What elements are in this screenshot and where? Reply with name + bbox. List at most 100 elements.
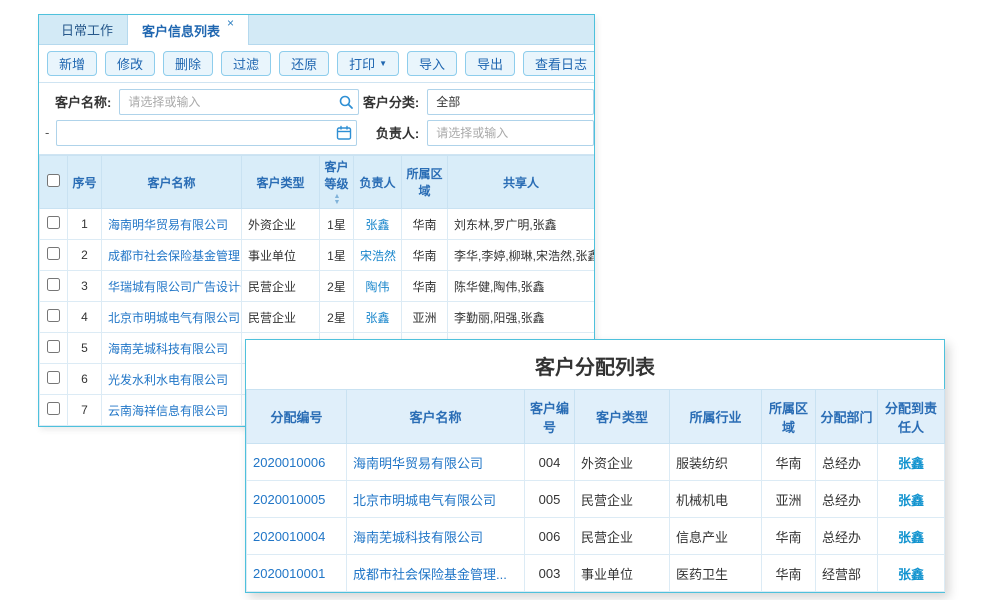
tab-daily-work[interactable]: 日常工作 — [47, 15, 127, 44]
row-number: 2 — [68, 240, 102, 271]
col-header-customer-name: 客户名称 — [102, 156, 242, 209]
row-checkbox[interactable] — [47, 216, 60, 229]
customer-name-link[interactable]: 海南明华贸易有限公司 — [353, 456, 483, 471]
row-number: 7 — [68, 395, 102, 426]
import-button[interactable]: 导入 — [407, 51, 457, 76]
shared-users: 刘东林,罗广明,张鑫 — [448, 209, 595, 240]
table-row: 2020010005 北京市明城电气有限公司 005 民营企业 机械机电 亚洲 … — [247, 481, 945, 518]
date-input-wrap — [56, 120, 357, 146]
col-header-alloc-no: 分配编号 — [247, 390, 347, 444]
row-checkbox[interactable] — [47, 247, 60, 260]
region: 华南 — [762, 555, 816, 592]
owner-input[interactable] — [427, 120, 594, 146]
tab-customer-info-list[interactable]: 客户信息列表 × — [127, 15, 249, 45]
table-header-row: 序号 客户名称 客户类型 客户等级▲▼ 负责人 所属区域 共享人 — [40, 156, 595, 209]
date-input[interactable] — [56, 120, 357, 146]
row-checkbox[interactable] — [47, 309, 60, 322]
alloc-no-link[interactable]: 2020010006 — [253, 455, 325, 470]
owner-link[interactable]: 陶伟 — [365, 280, 389, 294]
table-row: 1 海南明华贸易有限公司 外资企业 1星 张鑫 华南 刘东林,罗广明,张鑫 — [40, 209, 595, 240]
customer-level: 2星 — [320, 271, 354, 302]
alloc-no-link[interactable]: 2020010004 — [253, 529, 325, 544]
filter-button[interactable]: 过滤 — [221, 51, 271, 76]
owner-link[interactable]: 宋浩然 — [360, 249, 396, 263]
customer-name-link[interactable]: 成都市社会保险基金管理... — [353, 567, 507, 582]
row-checkbox[interactable] — [47, 278, 60, 291]
owner-label: 负责人: — [376, 123, 419, 142]
customer-level: 2星 — [320, 302, 354, 333]
col-header-customer-type: 客户类型 — [575, 390, 670, 444]
row-checkbox[interactable] — [47, 402, 60, 415]
dept: 总经办 — [816, 518, 878, 555]
sort-icon[interactable]: ▲▼ — [334, 194, 341, 206]
col-header-shared: 共享人 — [448, 156, 595, 209]
customer-name-link[interactable]: 成都市社会保险基金管理... — [108, 249, 242, 263]
owner-link[interactable]: 张鑫 — [365, 311, 389, 325]
row-checkbox[interactable] — [47, 340, 60, 353]
shared-users: 李勤丽,阳强,张鑫 — [448, 302, 595, 333]
col-header-owner: 负责人 — [354, 156, 402, 209]
table-row: 4 北京市明城电气有限公司 民营企业 2星 张鑫 亚洲 李勤丽,阳强,张鑫 — [40, 302, 595, 333]
customer-type: 外资企业 — [575, 444, 670, 481]
print-button[interactable]: 打印 ▼ — [337, 51, 399, 76]
customer-no: 005 — [525, 481, 575, 518]
allocation-table: 分配编号 客户名称 客户编号 客户类型 所属行业 所属区域 分配部门 分配到责任… — [246, 389, 945, 592]
customer-no: 003 — [525, 555, 575, 592]
owner-link[interactable]: 张鑫 — [365, 218, 389, 232]
table-row: 2020010001 成都市社会保险基金管理... 003 事业单位 医药卫生 … — [247, 555, 945, 592]
shared-users: 李华,李婷,柳琳,宋浩然,张鑫 — [448, 240, 595, 271]
dept: 总经办 — [816, 444, 878, 481]
assignee-link[interactable]: 张鑫 — [898, 567, 924, 582]
close-icon[interactable]: × — [227, 17, 234, 29]
col-header-customer-no: 客户编号 — [525, 390, 575, 444]
customer-name-link[interactable]: 海南明华贸易有限公司 — [108, 218, 228, 232]
col-header-dept: 分配部门 — [816, 390, 878, 444]
shared-users: 陈华健,陶伟,张鑫 — [448, 271, 595, 302]
customer-name-link[interactable]: 北京市明城电气有限公司 — [108, 311, 240, 325]
chevron-down-icon: ▼ — [379, 59, 387, 68]
dept: 总经办 — [816, 481, 878, 518]
customer-name-link[interactable]: 华瑞城有限公司广告设计部 — [108, 280, 242, 294]
row-checkbox[interactable] — [47, 371, 60, 384]
industry: 机械机电 — [670, 481, 762, 518]
customer-name-input[interactable] — [119, 89, 359, 115]
select-all-checkbox[interactable] — [47, 174, 60, 187]
customer-no: 006 — [525, 518, 575, 555]
restore-button[interactable]: 还原 — [279, 51, 329, 76]
search-icon[interactable] — [338, 94, 354, 110]
customer-category-label: 客户分类: — [363, 92, 419, 111]
tab-daily-work-label: 日常工作 — [61, 20, 113, 39]
customer-type: 外资企业 — [242, 209, 320, 240]
alloc-no-link[interactable]: 2020010005 — [253, 492, 325, 507]
filter-area: 客户名称: 客户分类: - — [39, 83, 594, 155]
customer-name-link[interactable]: 云南海祥信息有限公司 — [108, 404, 228, 418]
customer-name-link[interactable]: 北京市明城电气有限公司 — [353, 493, 496, 508]
row-number: 1 — [68, 209, 102, 240]
assignee-link[interactable]: 张鑫 — [898, 530, 924, 545]
export-button[interactable]: 导出 — [465, 51, 515, 76]
region: 亚洲 — [762, 481, 816, 518]
row-number: 6 — [68, 364, 102, 395]
col-header-region: 所属区域 — [762, 390, 816, 444]
customer-category-input[interactable] — [427, 89, 594, 115]
table-row: 2020010006 海南明华贸易有限公司 004 外资企业 服装纺织 华南 总… — [247, 444, 945, 481]
col-header-customer-level[interactable]: 客户等级▲▼ — [320, 156, 354, 209]
owner-input-wrap — [427, 120, 594, 146]
calendar-icon[interactable] — [336, 125, 352, 141]
delete-button[interactable]: 删除 — [163, 51, 213, 76]
add-button[interactable]: 新增 — [47, 51, 97, 76]
customer-name-link[interactable]: 海南芜城科技有限公司 — [108, 342, 228, 356]
customer-type: 民营企业 — [575, 481, 670, 518]
customer-name-input-wrap — [119, 89, 359, 115]
edit-button[interactable]: 修改 — [105, 51, 155, 76]
assignee-link[interactable]: 张鑫 — [898, 493, 924, 508]
assignee-link[interactable]: 张鑫 — [898, 456, 924, 471]
row-number: 4 — [68, 302, 102, 333]
table-row: 2020010004 海南芜城科技有限公司 006 民营企业 信息产业 华南 总… — [247, 518, 945, 555]
region: 亚洲 — [402, 302, 448, 333]
customer-name-link[interactable]: 海南芜城科技有限公司 — [353, 530, 483, 545]
customer-name-link[interactable]: 光发水利水电有限公司 — [108, 373, 228, 387]
view-log-button[interactable]: 查看日志 — [523, 51, 595, 76]
alloc-no-link[interactable]: 2020010001 — [253, 566, 325, 581]
region: 华南 — [762, 444, 816, 481]
